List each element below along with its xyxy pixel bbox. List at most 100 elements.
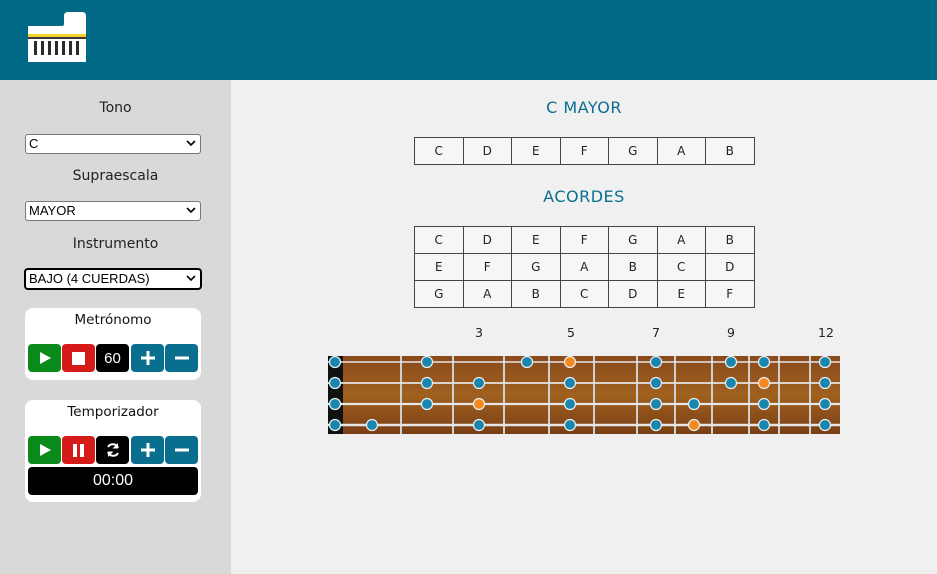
fret-number: 12: [818, 325, 834, 340]
timer-decrease-button[interactable]: [165, 436, 198, 464]
minus-icon: [174, 356, 189, 360]
chevron-down-icon: [186, 207, 196, 214]
refresh-icon: [106, 443, 119, 457]
metronome-play-button[interactable]: [28, 344, 61, 372]
stop-icon: [72, 351, 85, 365]
note-dot[interactable]: [328, 376, 342, 390]
note-cell: D: [462, 137, 512, 165]
timer-pause-button[interactable]: [62, 436, 95, 464]
fret-number: 9: [727, 325, 735, 340]
play-icon: [39, 352, 51, 364]
note-dot[interactable]: [724, 376, 738, 390]
metronome-decrease-button[interactable]: [165, 344, 198, 372]
note-dot[interactable]: [472, 418, 486, 432]
chords-title: ACORDES: [543, 187, 625, 206]
piano-icon[interactable]: [24, 12, 88, 64]
chord-cell: E: [414, 253, 464, 281]
note-dot[interactable]: [649, 418, 663, 432]
root-note-dot[interactable]: [472, 397, 486, 411]
note-dot[interactable]: [649, 397, 663, 411]
note-dot[interactable]: [563, 397, 577, 411]
fret-number: 7: [652, 325, 660, 340]
note-cell: F: [559, 137, 609, 165]
note-dot[interactable]: [757, 418, 771, 432]
timer-title: Temporizador: [67, 404, 159, 420]
note-dot[interactable]: [757, 355, 771, 369]
timer-display: 00:00: [28, 467, 198, 495]
note-dot[interactable]: [365, 418, 379, 432]
fret-number: 5: [567, 325, 575, 340]
note-dot[interactable]: [420, 397, 434, 411]
root-note-dot[interactable]: [687, 418, 701, 432]
note-cell: B: [705, 137, 755, 165]
metronome-stop-button[interactable]: [62, 344, 95, 372]
note-cell: A: [656, 137, 706, 165]
table-row: C D E F G A B: [414, 226, 755, 254]
chord-cell: G: [414, 280, 464, 308]
pause-icon: [73, 443, 84, 457]
note-dot[interactable]: [818, 397, 832, 411]
note-dot[interactable]: [472, 376, 486, 390]
plus-icon: [140, 351, 155, 365]
table-row: E F G A B C D: [414, 253, 755, 281]
scale-select[interactable]: MAYOR: [25, 201, 201, 221]
chord-cell: C: [559, 280, 609, 308]
note-cell: C: [414, 137, 464, 165]
root-note-dot[interactable]: [563, 355, 577, 369]
table-row: G A B C D E F: [414, 280, 755, 308]
note-dot[interactable]: [328, 418, 342, 432]
scale-select-value: MAYOR: [29, 203, 76, 218]
note-dot[interactable]: [420, 355, 434, 369]
timer-panel: Temporizador 00:00: [25, 400, 201, 502]
note-dot[interactable]: [520, 355, 534, 369]
tone-label: Tono: [99, 100, 132, 116]
chord-cell: E: [656, 280, 706, 308]
note-dot[interactable]: [563, 418, 577, 432]
note-dot[interactable]: [818, 355, 832, 369]
note-dot[interactable]: [328, 397, 342, 411]
minus-icon: [174, 448, 189, 452]
note-dot[interactable]: [328, 355, 342, 369]
chord-cell: C: [414, 226, 464, 254]
note-dot[interactable]: [687, 397, 701, 411]
chord-cell: D: [462, 226, 512, 254]
fret-number: 3: [475, 325, 483, 340]
app-header: [0, 0, 937, 80]
metronome-increase-button[interactable]: [131, 344, 164, 372]
chord-cell: A: [462, 280, 512, 308]
root-note-dot[interactable]: [757, 376, 771, 390]
note-dot[interactable]: [818, 418, 832, 432]
instrument-select[interactable]: BAJO (4 CUERDAS): [25, 269, 201, 289]
note-dot[interactable]: [818, 376, 832, 390]
note-dot[interactable]: [757, 397, 771, 411]
tone-select[interactable]: C: [25, 134, 201, 154]
chord-cell: F: [559, 226, 609, 254]
note-dot[interactable]: [563, 376, 577, 390]
chord-cell: G: [608, 226, 658, 254]
note-cell: E: [511, 137, 561, 165]
chord-cell: B: [608, 253, 658, 281]
chord-cell: B: [511, 280, 561, 308]
instrument-label: Instrumento: [72, 236, 159, 252]
chevron-down-icon: [186, 275, 196, 282]
chord-cell: F: [462, 253, 512, 281]
note-dot[interactable]: [724, 355, 738, 369]
note-dot[interactable]: [649, 355, 663, 369]
table-row: C D E F G A B: [414, 137, 755, 165]
chord-cell: A: [559, 253, 609, 281]
fretboard: [328, 355, 840, 434]
timer-play-button[interactable]: [28, 436, 61, 464]
timer-increase-button[interactable]: [131, 436, 164, 464]
note-dot[interactable]: [420, 376, 434, 390]
sidebar: Tono C Supraescala MAYOR Instrumento BAJ…: [0, 80, 231, 574]
note-dot[interactable]: [649, 376, 663, 390]
play-icon: [39, 444, 51, 456]
chevron-down-icon: [186, 140, 196, 147]
chord-cell: E: [511, 226, 561, 254]
metronome-bpm-display: 60: [96, 344, 129, 372]
metronome-panel: Metrónomo 60: [25, 308, 201, 380]
timer-reset-button[interactable]: [96, 436, 129, 464]
scale-notes-table: C D E F G A B: [414, 137, 755, 165]
chord-cell: F: [705, 280, 755, 308]
note-cell: G: [608, 137, 658, 165]
